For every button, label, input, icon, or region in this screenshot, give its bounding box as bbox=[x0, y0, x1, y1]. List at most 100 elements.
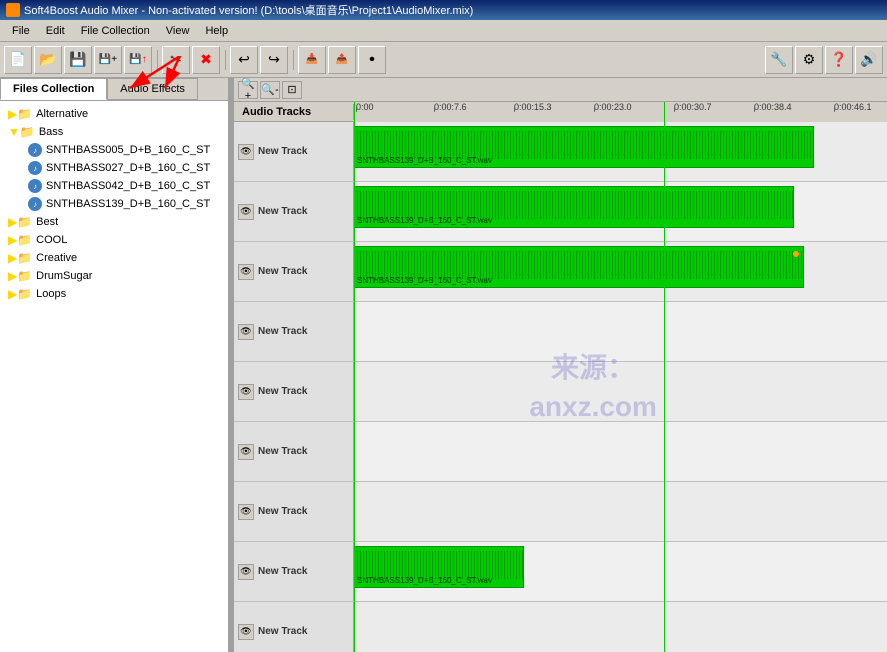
track-name-3: New Track bbox=[258, 266, 307, 277]
track-content-4[interactable] bbox=[354, 302, 887, 361]
folder-icon-creative: ▶📁 bbox=[8, 251, 32, 265]
audio-clip-8[interactable]: SNTHBASS139_D+B_160_C_ST.wav bbox=[354, 546, 524, 588]
audio-clip-2[interactable]: SNTHBASS139_D+B_160_C_ST.wav bbox=[354, 186, 794, 228]
eye-button-9[interactable]: 👁 bbox=[238, 624, 254, 640]
clip-label-1: SNTHBASS139_D+B_160_C_ST.wav bbox=[357, 156, 492, 165]
fx-button[interactable]: ⚙ bbox=[795, 46, 823, 74]
track-name-1: New Track bbox=[258, 146, 307, 157]
redo-button[interactable]: ↪ bbox=[260, 46, 288, 74]
tree-label: Alternative bbox=[36, 108, 88, 120]
toolbar-sep3 bbox=[290, 46, 296, 74]
ruler-mark-6: 0:00:46.1 bbox=[834, 102, 872, 112]
eye-button-8[interactable]: 👁 bbox=[238, 564, 254, 580]
undo-button[interactable]: ↩ bbox=[230, 46, 258, 74]
right-toolbar: 🔍+ 🔍- ⊡ bbox=[234, 78, 887, 102]
eye-button-6[interactable]: 👁 bbox=[238, 444, 254, 460]
audio-icon-0: ♪ bbox=[28, 143, 42, 157]
tree-item-best[interactable]: ▶📁 Best bbox=[0, 213, 228, 231]
track-name-2: New Track bbox=[258, 206, 307, 217]
tree-label-loops: Loops bbox=[36, 288, 66, 300]
audio-clip-3[interactable]: SNTHBASS139_D+B_160_C_ST.wav bbox=[354, 246, 804, 288]
save-button[interactable]: 💾 bbox=[64, 46, 92, 74]
track-content-7[interactable] bbox=[354, 482, 887, 541]
open-button[interactable]: 📂 bbox=[34, 46, 62, 74]
toolbar: 📄 📂 💾 💾+ 💾↑ ✂ ✖ ↩ ↪ 📥 📤 ⏺ 🔧 ⚙ ❓ 🔊 bbox=[0, 42, 887, 78]
app-icon bbox=[6, 3, 20, 17]
track-label-6: 👁 New Track bbox=[234, 422, 354, 481]
tree-item-drumsugar[interactable]: ▶📁 DrumSugar bbox=[0, 267, 228, 285]
track-row-4: 👁 New Track bbox=[234, 302, 887, 362]
track-row-3: 👁 New Track SNTHBASS139_D+B_160_C_ST.wav bbox=[234, 242, 887, 302]
eye-button-7[interactable]: 👁 bbox=[238, 504, 254, 520]
zoom-out-button[interactable]: 🔍- bbox=[260, 81, 280, 99]
track-label-8: 👁 New Track bbox=[234, 542, 354, 601]
tree-label-drumsugar: DrumSugar bbox=[36, 270, 92, 282]
tree-subitem-0[interactable]: ♪ SNTHBASS005_D+B_160_C_ST bbox=[0, 141, 228, 159]
ruler-mark-4: 0:00:30.7 bbox=[674, 102, 712, 112]
left-panel: Files Collection Audio Effects ▶📁 Altern… bbox=[0, 78, 230, 652]
menu-help[interactable]: Help bbox=[197, 23, 236, 39]
subitem-label-2: SNTHBASS042_D+B_160_C_ST bbox=[46, 180, 210, 192]
audio-clip-1[interactable]: SNTHBASS139_D+B_160_C_ST.wav bbox=[354, 126, 814, 168]
track-label-7: 👁 New Track bbox=[234, 482, 354, 541]
track-content-9[interactable] bbox=[354, 602, 887, 652]
save2-button[interactable]: 💾↑ bbox=[124, 46, 152, 74]
help-button[interactable]: ❓ bbox=[825, 46, 853, 74]
file-tree: ▶📁 Alternative ▼📁 Bass ♪ SNTHBASS005_D+B… bbox=[0, 101, 228, 652]
save-as-button[interactable]: 💾+ bbox=[94, 46, 122, 74]
track-content-2[interactable]: SNTHBASS139_D+B_160_C_ST.wav bbox=[354, 182, 887, 241]
new-button[interactable]: 📄 bbox=[4, 46, 32, 74]
eye-button-4[interactable]: 👁 bbox=[238, 324, 254, 340]
eye-button-5[interactable]: 👁 bbox=[238, 384, 254, 400]
menu-view[interactable]: View bbox=[158, 23, 198, 39]
track-content-6[interactable] bbox=[354, 422, 887, 481]
folder-icon-loops: ▶📁 bbox=[8, 287, 32, 301]
toolbar-sep1 bbox=[154, 46, 160, 74]
cut-button[interactable]: ✂ bbox=[162, 46, 190, 74]
delete-button[interactable]: ✖ bbox=[192, 46, 220, 74]
tree-item-cool[interactable]: ▶📁 COOL bbox=[0, 231, 228, 249]
track-content-1[interactable]: SNTHBASS139_D+B_160_C_ST.wav bbox=[354, 122, 887, 181]
audio-icon-1: ♪ bbox=[28, 161, 42, 175]
tree-subitem-2[interactable]: ♪ SNTHBASS042_D+B_160_C_ST bbox=[0, 177, 228, 195]
zoom-fit-button[interactable]: ⊡ bbox=[282, 81, 302, 99]
tracks-container[interactable]: 来源： anxz.com 👁 New Track SNTHBASS1 bbox=[234, 122, 887, 652]
eye-button-1[interactable]: 👁 bbox=[238, 144, 254, 160]
ruler-mark-0: 0:00 bbox=[356, 102, 374, 112]
clip-label-3: SNTHBASS139_D+B_160_C_ST.wav bbox=[357, 276, 492, 285]
track-content-8[interactable]: SNTHBASS139_D+B_160_C_ST.wav bbox=[354, 542, 887, 601]
clip-label-8: SNTHBASS139_D+B_160_C_ST.wav bbox=[357, 576, 492, 585]
tree-subitem-1[interactable]: ♪ SNTHBASS027_D+B_160_C_ST bbox=[0, 159, 228, 177]
tree-item-creative[interactable]: ▶📁 Creative bbox=[0, 249, 228, 267]
main-content: Files Collection Audio Effects ▶📁 Altern… bbox=[0, 78, 887, 652]
toolbar-sep2 bbox=[222, 46, 228, 74]
tree-label-best: Best bbox=[36, 216, 58, 228]
track-content-5[interactable] bbox=[354, 362, 887, 421]
menu-edit[interactable]: Edit bbox=[38, 23, 73, 39]
track-row-5: 👁 New Track bbox=[234, 362, 887, 422]
clip-marker-3 bbox=[793, 251, 799, 257]
eye-button-2[interactable]: 👁 bbox=[238, 204, 254, 220]
track-label-3: 👁 New Track bbox=[234, 242, 354, 301]
tree-item-alternative[interactable]: ▶📁 Alternative bbox=[0, 105, 228, 123]
tree-item-loops[interactable]: ▶📁 Loops bbox=[0, 285, 228, 303]
import-button[interactable]: 📥 bbox=[298, 46, 326, 74]
settings-button[interactable]: 🔧 bbox=[765, 46, 793, 74]
menu-file[interactable]: File bbox=[4, 23, 38, 39]
folder-icon-best: ▶📁 bbox=[8, 215, 32, 229]
waveform-3 bbox=[355, 251, 803, 279]
folder-icon: ▶📁 bbox=[8, 107, 32, 121]
tree-subitem-3[interactable]: ♪ SNTHBASS139_D+B_160_C_ST bbox=[0, 195, 228, 213]
tab-files-collection[interactable]: Files Collection bbox=[0, 78, 107, 100]
tree-item-bass[interactable]: ▼📁 Bass bbox=[0, 123, 228, 141]
export-button[interactable]: 📤 bbox=[328, 46, 356, 74]
zoom-in-button[interactable]: 🔍+ bbox=[238, 81, 258, 99]
tab-audio-effects[interactable]: Audio Effects bbox=[107, 78, 198, 100]
record-button[interactable]: ⏺ bbox=[358, 46, 386, 74]
track-label-5: 👁 New Track bbox=[234, 362, 354, 421]
track-content-3[interactable]: SNTHBASS139_D+B_160_C_ST.wav bbox=[354, 242, 887, 301]
eye-button-3[interactable]: 👁 bbox=[238, 264, 254, 280]
menu-file-collection[interactable]: File Collection bbox=[73, 23, 158, 39]
volume-button[interactable]: 🔊 bbox=[855, 46, 883, 74]
timeline-ruler: 0:00 0:00:7.6 0:00:15.3 0:00:23.0 0:00:3… bbox=[354, 102, 887, 122]
